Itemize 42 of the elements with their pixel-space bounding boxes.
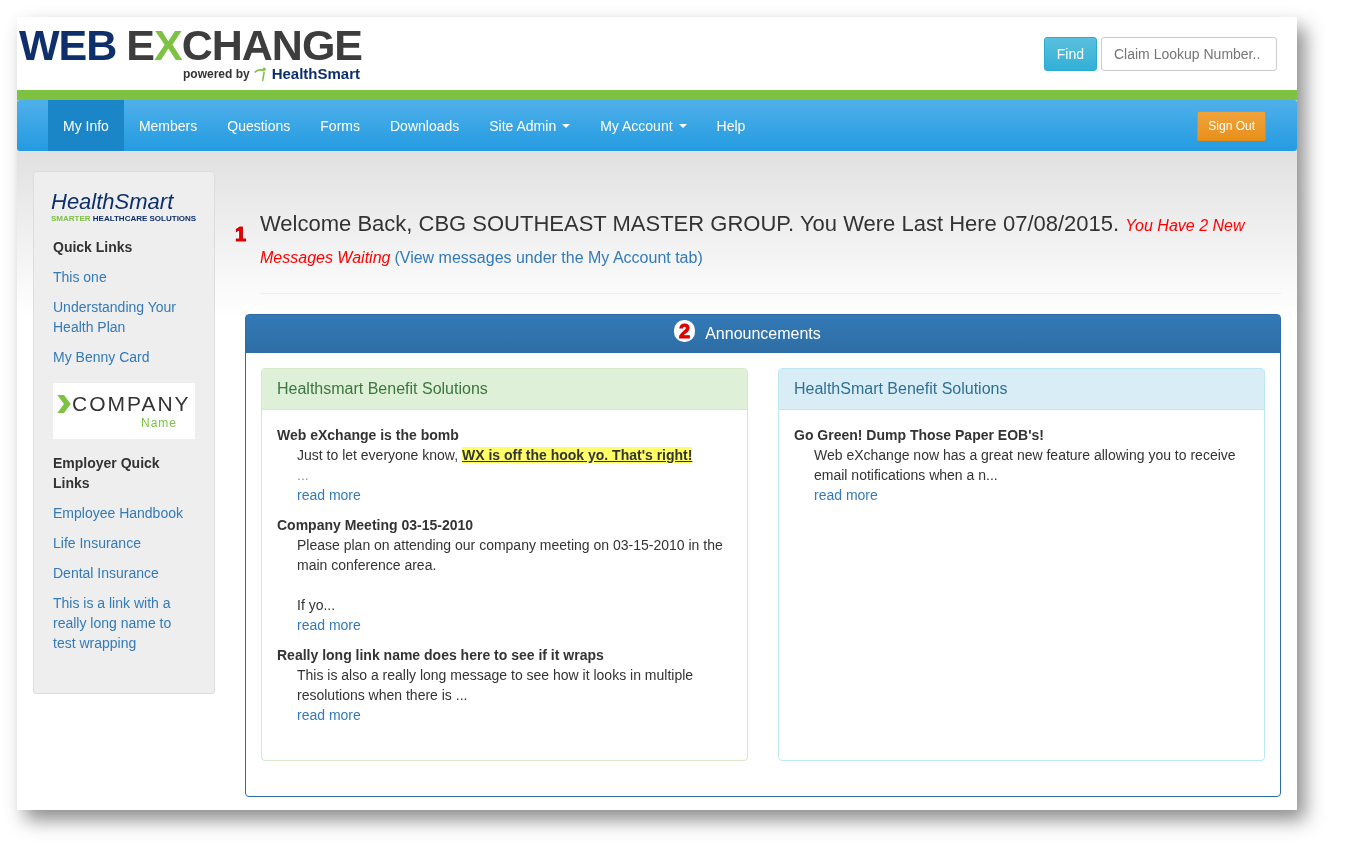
- post-title: Company Meeting 03-15-2010: [277, 516, 475, 535]
- nav-tab[interactable]: My Info: [48, 100, 124, 151]
- sign-out-button[interactable]: Sign Out: [1197, 110, 1266, 141]
- read-more-link[interactable]: read more: [277, 615, 732, 635]
- employer-link[interactable]: Employee Handbook: [53, 503, 195, 523]
- read-more-link[interactable]: read more: [277, 705, 732, 725]
- healthsmart-logo: HealthSmart SMARTER HEALTHCARE SOLUTIONS: [51, 190, 198, 223]
- card-header: HealthSmart Benefit Solutions: [779, 369, 1264, 410]
- employer-link[interactable]: Life Insurance: [53, 533, 195, 553]
- employer-link[interactable]: Dental Insurance: [53, 563, 195, 583]
- nav-tab[interactable]: Downloads: [375, 100, 475, 151]
- company-logo: COMPANY Name: [53, 383, 195, 439]
- read-more-link[interactable]: read more: [277, 485, 732, 505]
- callout-number: 2: [674, 320, 696, 342]
- employer-link[interactable]: This is a link with a really long name to test wrapping: [53, 593, 195, 653]
- post-title: Go Green! Dump Those Paper EOB's!: [794, 426, 1045, 445]
- find-button[interactable]: Find: [1043, 36, 1097, 71]
- welcome-message: Welcome Back, CBG SOUTHEAST MASTER GROUP. You Were Last Here 07/08/2015. You Have 2 New Messages Waiting (View messages under the My Account tab): [260, 210, 1247, 268]
- quick-link[interactable]: This one: [53, 267, 195, 287]
- quick-link[interactable]: My Benny Card: [53, 347, 195, 367]
- employer-links-heading: Employer Quick Links: [53, 454, 161, 493]
- quick-links-heading: Quick Links: [53, 238, 134, 257]
- nav-tab[interactable]: Questions: [212, 100, 306, 151]
- post-title: Web eXchange is the bomb: [277, 426, 460, 445]
- post-title: Really long link name does here to see if it wraps: [277, 646, 605, 665]
- post-text: Please plan on attending our company meeting on 03-15-2010 in the main conference area. If yo...: [296, 536, 724, 615]
- read-more-link[interactable]: read more: [794, 485, 1249, 505]
- nav-tab[interactable]: Members: [123, 100, 213, 151]
- callout-number: 1: [235, 223, 247, 246]
- nav-tab[interactable]: Help: [701, 100, 761, 151]
- post-text: Web eXchange now has a great new feature allowing you to receive email notifications when a n...: [813, 446, 1237, 485]
- card-header: Healthsmart Benefit Solutions: [262, 369, 747, 410]
- web-exchange-logo: WEB EXCHANGE powered by HealthSmart: [19, 24, 363, 83]
- nav-tab[interactable]: My Account: [585, 100, 702, 151]
- announcements-title: Announcements: [705, 325, 821, 343]
- nav-tab[interactable]: Forms: [305, 100, 375, 151]
- claim-lookup-field[interactable]: Claim Lookup Number..: [1101, 36, 1277, 71]
- post-text: This is also a really long message to see how it looks in multiple resolutions when there is ...: [296, 666, 695, 705]
- post-text: Just to let everyone know, WX is off the hook yo. That's right! ...: [296, 446, 694, 485]
- quick-link[interactable]: Understanding Your Health Plan: [53, 297, 195, 337]
- nav-tab[interactable]: Site Admin: [474, 100, 586, 151]
- view-messages-link[interactable]: (View messages under the My Account tab): [394, 249, 703, 266]
